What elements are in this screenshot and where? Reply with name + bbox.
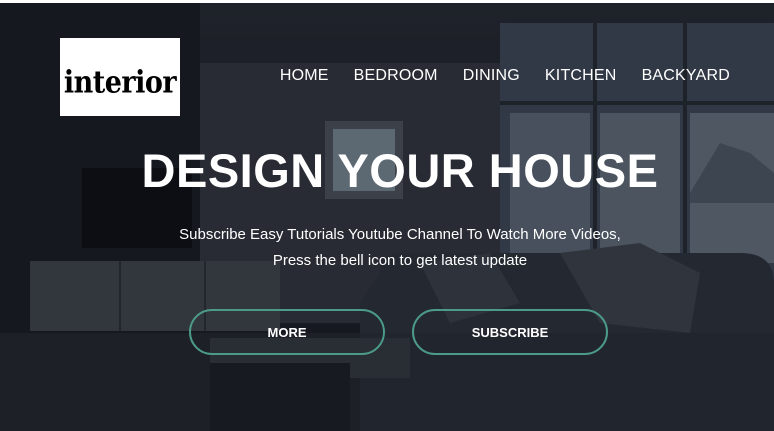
more-button[interactable]: MORE	[189, 309, 385, 355]
logo-text: interior	[63, 64, 177, 100]
main-nav: HOME BEDROOM DINING KITCHEN BACKYARD	[280, 67, 730, 85]
hero-subtitle: Subscribe Easy Tutorials Youtube Channel…	[0, 222, 774, 274]
nav-item-dining[interactable]: DINING	[463, 67, 520, 85]
nav-item-home[interactable]: HOME	[280, 67, 329, 85]
nav-item-kitchen[interactable]: KITCHEN	[545, 67, 617, 85]
hero-subtitle-line-2: Press the bell icon to get latest update	[272, 252, 528, 269]
hero-section: interior HOME BEDROOM DINING KITCHEN BAC…	[0, 3, 774, 431]
logo[interactable]: interior	[60, 38, 180, 116]
hero-headline: DESIGN YOUR HOUSE	[141, 144, 659, 197]
nav-item-backyard[interactable]: BACKYARD	[642, 67, 730, 85]
hero-subtitle-line-1: Subscribe Easy Tutorials Youtube Channel…	[179, 226, 621, 243]
subscribe-button[interactable]: SUBSCRIBE	[412, 309, 608, 355]
nav-item-bedroom[interactable]: BEDROOM	[354, 67, 438, 85]
